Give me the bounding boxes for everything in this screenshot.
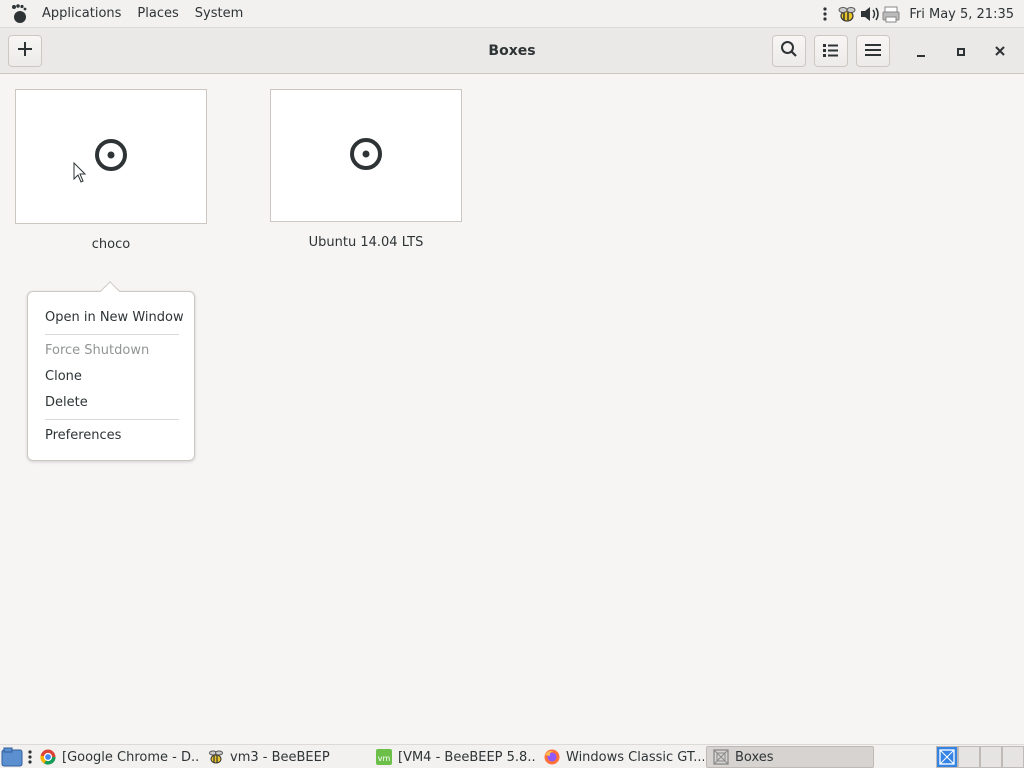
minimize-button[interactable] bbox=[907, 37, 935, 65]
chrome-icon bbox=[40, 749, 56, 765]
new-box-button[interactable] bbox=[8, 35, 42, 67]
task-google-chrome[interactable]: [Google Chrome - D... bbox=[34, 746, 200, 768]
menu-item-force-shutdown: Force Shutdown bbox=[45, 343, 150, 358]
firefox-icon bbox=[544, 749, 560, 765]
menu-separator bbox=[45, 334, 179, 335]
view-toggle-button[interactable] bbox=[814, 35, 848, 67]
menu-item-clone[interactable]: Clone bbox=[45, 367, 82, 387]
task-label: vm3 - BeeBEEP bbox=[230, 749, 330, 765]
task-vm3-beebeep[interactable]: vm3 - BeeBEEP bbox=[202, 746, 368, 768]
boxes-icon bbox=[713, 749, 729, 765]
menu-system[interactable]: System bbox=[187, 0, 251, 27]
maximize-button[interactable] bbox=[947, 37, 975, 65]
beebeep-tray-icon[interactable] bbox=[837, 4, 857, 24]
task-vm4-beebeep[interactable]: vm [VM4 - BeeBEEP 5.8... bbox=[370, 746, 536, 768]
box-context-menu: Open in New Window Force Shutdown Clone … bbox=[27, 281, 195, 461]
system-tray: Fri May 5, 21:35 bbox=[815, 0, 1024, 28]
drag-handle-icon[interactable] bbox=[27, 749, 33, 768]
box-name-choco[interactable]: choco bbox=[15, 237, 207, 252]
boxes-icon bbox=[939, 749, 955, 765]
task-label: [VM4 - BeeBEEP 5.8... bbox=[398, 749, 536, 765]
hamburger-icon bbox=[865, 42, 881, 61]
workspace-3[interactable] bbox=[980, 746, 1002, 768]
task-boxes[interactable]: Boxes bbox=[706, 746, 874, 768]
main-menu-button[interactable] bbox=[856, 35, 890, 67]
close-button[interactable] bbox=[986, 37, 1014, 65]
plus-icon bbox=[17, 41, 33, 61]
maximize-icon bbox=[956, 42, 966, 61]
task-windows-classic[interactable]: Windows Classic GT... bbox=[538, 746, 704, 768]
workspace-4[interactable] bbox=[1002, 746, 1024, 768]
header-bar: Boxes bbox=[0, 28, 1024, 74]
clock[interactable]: Fri May 5, 21:35 bbox=[909, 7, 1014, 22]
menu-separator bbox=[45, 419, 179, 420]
target-icon bbox=[349, 137, 383, 175]
panel-menu-bar: Applications Places System bbox=[0, 0, 251, 27]
top-panel: Applications Places System Fri May 5, 21… bbox=[0, 0, 1024, 28]
taskbar: [Google Chrome - D... vm3 - BeeBEEP vm [… bbox=[0, 744, 1024, 768]
svg-text:vm: vm bbox=[378, 754, 391, 763]
search-button[interactable] bbox=[772, 35, 806, 67]
box-thumbnail-ubuntu[interactable] bbox=[270, 89, 462, 222]
search-icon bbox=[780, 40, 798, 62]
workspace-2[interactable] bbox=[958, 746, 980, 768]
drag-handle-icon[interactable] bbox=[815, 4, 835, 24]
minimize-icon bbox=[916, 42, 926, 61]
volume-icon[interactable] bbox=[859, 4, 880, 24]
vm-icon: vm bbox=[376, 749, 392, 765]
show-desktop-icon[interactable] bbox=[1, 747, 23, 768]
menu-item-preferences[interactable]: Preferences bbox=[45, 426, 121, 446]
task-label: Boxes bbox=[735, 749, 774, 765]
close-icon bbox=[994, 42, 1006, 61]
beebeep-icon bbox=[208, 749, 224, 765]
target-icon bbox=[94, 138, 128, 176]
printer-icon[interactable] bbox=[881, 4, 901, 24]
box-name-ubuntu[interactable]: Ubuntu 14.04 LTS bbox=[270, 235, 462, 250]
menu-places[interactable]: Places bbox=[129, 0, 186, 27]
list-view-icon bbox=[823, 42, 839, 61]
mouse-cursor-icon bbox=[73, 161, 87, 188]
box-thumbnail-choco[interactable] bbox=[15, 89, 207, 224]
task-label: [Google Chrome - D... bbox=[62, 749, 200, 765]
gnome-foot-icon[interactable] bbox=[8, 3, 30, 25]
menu-item-open-new-window[interactable]: Open in New Window bbox=[45, 308, 184, 328]
menu-applications[interactable]: Applications bbox=[34, 0, 129, 27]
workspace-1[interactable] bbox=[936, 746, 958, 768]
task-label: Windows Classic GT... bbox=[566, 749, 704, 765]
menu-item-delete[interactable]: Delete bbox=[45, 393, 88, 413]
